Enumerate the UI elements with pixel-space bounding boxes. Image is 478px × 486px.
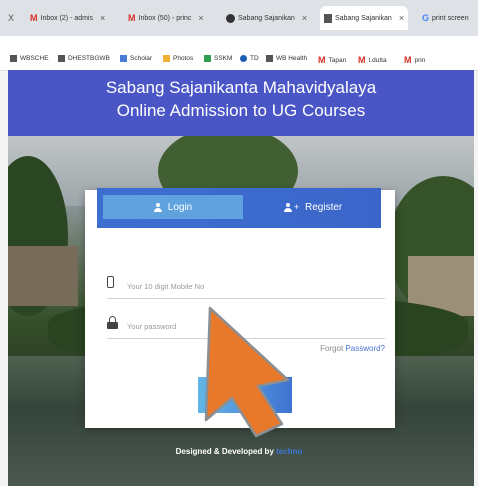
- bookmark-label: prin: [414, 56, 426, 64]
- gmail-icon: M: [128, 13, 136, 23]
- cloud-icon: [240, 55, 247, 62]
- gmail-icon: M: [318, 55, 326, 65]
- tab-login[interactable]: Login: [103, 195, 243, 219]
- bookmark-label: t.dutta: [368, 56, 387, 64]
- gmail-icon: M: [404, 55, 412, 65]
- lock-icon: [107, 316, 118, 329]
- tab-sabang-1[interactable]: Sabang Sajanikan ×: [222, 8, 311, 28]
- mobile-input[interactable]: [125, 276, 379, 296]
- close-icon[interactable]: ×: [399, 13, 404, 23]
- document-icon: [266, 55, 273, 62]
- bookmark-label: SSKM: [214, 55, 233, 62]
- tab-google-search[interactable]: G print screen: [418, 8, 473, 28]
- document-icon: [58, 55, 65, 62]
- bookmark-label: WB Health: [276, 55, 308, 62]
- footer-prefix: Designed & Developed by: [175, 447, 277, 456]
- bookmark-photos[interactable]: Photos: [163, 55, 193, 62]
- forgot-password: Forgot Password?: [320, 344, 385, 353]
- forgot-prefix: Forgot: [320, 344, 346, 353]
- photos-icon: [163, 55, 170, 62]
- tab-inbox-principal[interactable]: M Inbox (50) - princ ×: [124, 8, 208, 28]
- bookmark-label: TD: [250, 55, 259, 62]
- user-icon: [153, 202, 162, 212]
- browser-tab-strip: X M Inbox (2) - admis × M Inbox (50) - p…: [0, 0, 478, 36]
- bookmark-label: Scholar: [130, 55, 153, 62]
- bookmark-prin[interactable]: M prin: [404, 55, 425, 65]
- bookmarks-bar: WBSCHE DHESTBGWB Scholar Photos SSKM TD …: [0, 36, 478, 71]
- bookmark-label: Tapan: [328, 56, 347, 64]
- document-icon: [324, 13, 332, 23]
- tab-inbox-admission[interactable]: M Inbox (2) - admis ×: [26, 8, 109, 28]
- college-banner: Sabang Sajanikanta Mahavidyalaya Online …: [8, 70, 474, 136]
- mobile-field: [107, 274, 385, 299]
- bookmark-dhestbgwb[interactable]: DHESTBGWB: [58, 55, 110, 62]
- document-icon: [10, 55, 17, 62]
- bookmark-wb-health[interactable]: WB Health: [266, 55, 307, 62]
- globe-icon: [226, 13, 235, 23]
- bookmark-td[interactable]: TD: [240, 55, 259, 62]
- tab-partial[interactable]: X: [0, 8, 18, 28]
- bookmark-label: Photos: [173, 55, 194, 62]
- bookmark-label: DHESTBGWB: [68, 55, 110, 62]
- close-icon[interactable]: ×: [302, 13, 307, 23]
- tab-label: Inbox (2) - admis: [40, 14, 94, 22]
- tab-label: Inbox (50) - princ: [138, 14, 192, 22]
- tab-label: Sabang Sajanikan: [335, 14, 392, 22]
- bookmark-wbsche[interactable]: WBSCHE: [10, 55, 49, 62]
- close-icon[interactable]: ×: [198, 13, 203, 23]
- tab-register-label: Register: [305, 201, 343, 213]
- add-user-icon: [283, 202, 292, 212]
- college-name: Sabang Sajanikanta Mahavidyalaya: [105, 78, 377, 97]
- auth-tab-bar: Login + Register: [97, 188, 381, 228]
- tab-sabang-active[interactable]: Sabang Sajanikan ×: [320, 6, 409, 30]
- bookmark-sskm[interactable]: SSKM: [204, 55, 232, 62]
- gmail-icon: M: [30, 13, 38, 23]
- tab-label: Sabang Sajanikan: [238, 14, 295, 22]
- bookmark-label: WBSCHE: [20, 55, 49, 62]
- admission-subtitle: Online Admission to UG Courses: [116, 101, 366, 120]
- drive-icon: [204, 55, 211, 62]
- footer-credit: Designed & Developed by techno: [0, 447, 478, 456]
- bookmark-scholar[interactable]: Scholar: [120, 55, 152, 62]
- close-icon[interactable]: X: [8, 13, 14, 23]
- developer-link[interactable]: techno: [276, 447, 302, 456]
- tab-register[interactable]: + Register: [249, 195, 377, 219]
- phone-icon: [107, 276, 114, 288]
- tab-label: print screen: [432, 14, 469, 22]
- tab-login-label: Login: [167, 201, 193, 213]
- close-icon[interactable]: ×: [100, 13, 105, 23]
- forgot-password-link[interactable]: Password?: [345, 344, 385, 353]
- bookmark-tdutta[interactable]: M t.dutta: [358, 55, 387, 65]
- plus-icon: +: [293, 202, 299, 212]
- arrow-annotation-icon: [204, 306, 290, 438]
- gmail-icon: M: [358, 55, 366, 65]
- bookmark-tapan[interactable]: M Tapan: [318, 55, 346, 65]
- scholar-icon: [120, 55, 127, 62]
- google-icon: G: [422, 13, 430, 23]
